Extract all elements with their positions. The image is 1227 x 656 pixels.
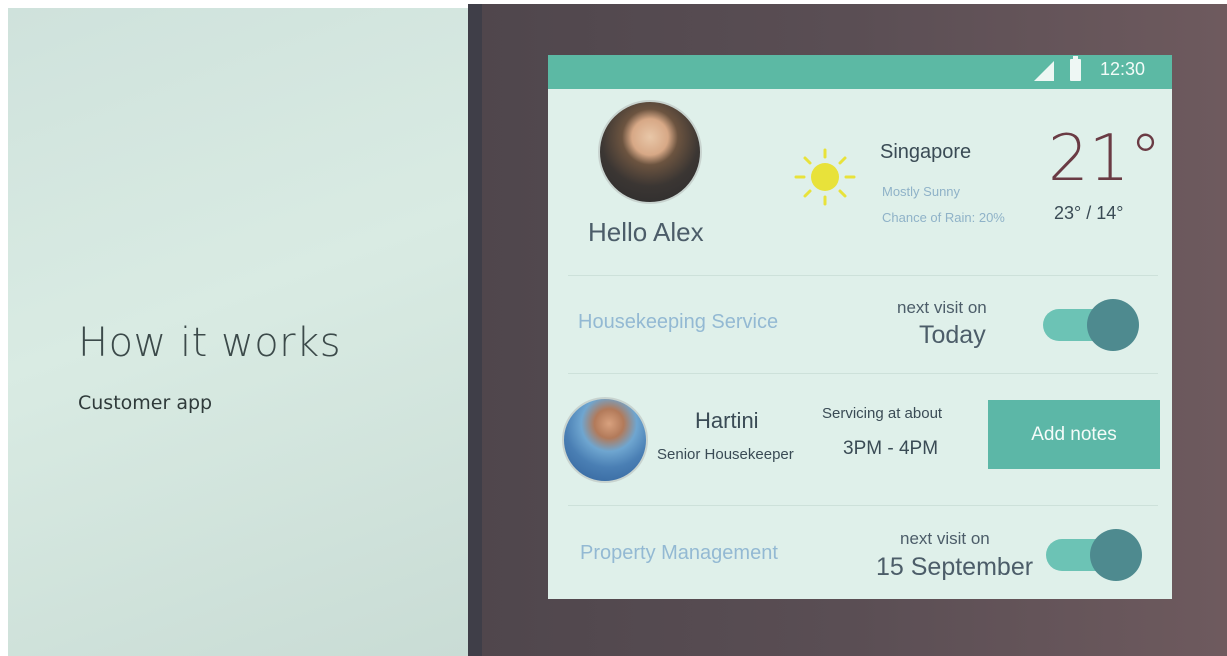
- property-management-toggle[interactable]: [1046, 529, 1142, 581]
- next-visit-date: Today: [919, 321, 986, 349]
- toggle-knob: [1090, 529, 1142, 581]
- sun-icon: [794, 148, 856, 206]
- weather-temperature: 21°: [1048, 122, 1162, 196]
- servicing-time: 3PM - 4PM: [843, 438, 939, 459]
- frame-edge: [468, 4, 482, 656]
- divider: [568, 275, 1158, 276]
- divider: [568, 373, 1158, 374]
- next-visit-caption: next visit on: [900, 529, 990, 548]
- battery-icon: [1070, 56, 1081, 81]
- presentation-stage: How it works Customer app 12:30 Hello Al…: [0, 0, 1227, 656]
- signal-icon: [1034, 61, 1054, 81]
- weather-temperature-range: 23° / 14°: [1054, 203, 1124, 223]
- greeting-text: Hello Alex: [588, 217, 704, 247]
- toggle-knob: [1087, 299, 1139, 351]
- next-visit-date: 15 September: [876, 553, 1034, 581]
- housekeeping-toggle[interactable]: [1043, 299, 1139, 351]
- status-time: 12:30: [1100, 59, 1146, 79]
- weather-city: Singapore: [880, 141, 972, 163]
- customer-app-screen: 12:30 Hello Alex Singapore Mostly Sunny …: [548, 55, 1172, 599]
- slide-panel: How it works Customer app: [8, 8, 468, 656]
- user-avatar[interactable]: [598, 100, 702, 204]
- slide-subtitle: Customer app: [78, 392, 213, 414]
- weather-condition: Mostly Sunny: [882, 184, 961, 199]
- servicing-caption: Servicing at about: [822, 405, 943, 422]
- housekeeper-name: Hartini: [695, 408, 759, 433]
- housekeeper-role: Senior Housekeeper: [657, 446, 794, 463]
- service-label-housekeeping[interactable]: Housekeeping Service: [578, 311, 778, 334]
- service-label-property-management[interactable]: Property Management: [580, 542, 778, 565]
- weather-rain-chance: Chance of Rain: 20%: [882, 210, 1005, 225]
- divider: [568, 505, 1158, 506]
- next-visit-caption: next visit on: [897, 298, 987, 317]
- status-bar: 12:30: [548, 55, 1172, 89]
- housekeeper-avatar[interactable]: [562, 397, 648, 483]
- add-notes-button[interactable]: Add notes: [988, 400, 1160, 469]
- slide-title: How it works: [78, 320, 342, 366]
